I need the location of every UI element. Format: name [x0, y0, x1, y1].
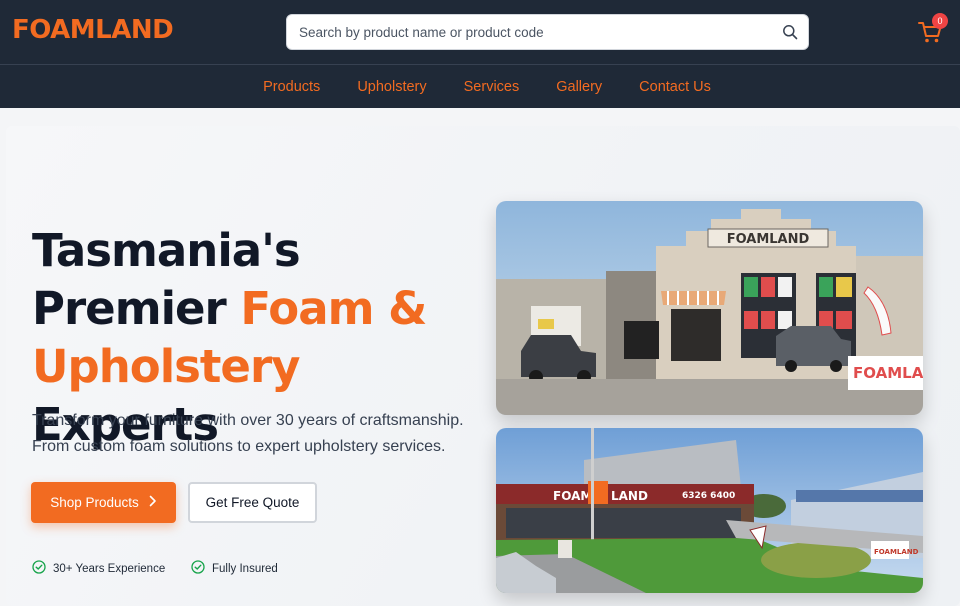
store-2-sign-left: FOAM: [553, 489, 592, 503]
store-2-flag-text: FOAMLAND: [874, 548, 919, 556]
nav-gallery[interactable]: Gallery: [556, 79, 602, 95]
check-circle-icon: [191, 560, 205, 577]
headline-accent-foam: Foam &: [240, 282, 427, 335]
headline-line-2: Premier: [32, 282, 241, 335]
headline-line-1: Tasmania's: [32, 224, 301, 277]
store-sign-text: FOAMLAND: [727, 232, 810, 247]
nav-contact-us[interactable]: Contact Us: [639, 79, 711, 95]
search-icon[interactable]: [772, 24, 808, 40]
nav-products[interactable]: Products: [263, 79, 320, 95]
feature-experience: 30+ Years Experience: [32, 560, 165, 577]
feature-insured-label: Fully Insured: [212, 562, 278, 575]
subtext-line-1: Transform your furniture with over 30 ye…: [32, 412, 464, 429]
feature-experience-label: 30+ Years Experience: [53, 562, 166, 575]
shop-products-label: Shop Products: [50, 495, 139, 510]
store-photo-2: FOAM LAND 6326 6400 FOAMLAND: [496, 428, 923, 593]
hero-subtext: Transform your furniture with over 30 ye…: [32, 408, 482, 460]
headline-accent-upholstery: Upholstery: [32, 340, 300, 393]
feature-insured: Fully Insured: [191, 560, 278, 577]
check-circle-icon: [32, 560, 46, 577]
store-banner-text: FOAMLA: [853, 364, 923, 382]
cart-count-badge: 0: [932, 13, 948, 29]
chevron-right-icon: [149, 495, 157, 510]
search-bar: [286, 14, 809, 50]
shop-products-button[interactable]: Shop Products: [31, 482, 176, 523]
nav-services[interactable]: Services: [464, 79, 520, 95]
store-2-sign-right: LAND: [611, 489, 648, 503]
store-photo-1: FOAMLAND FOAMLA: [496, 201, 923, 415]
search-input[interactable]: [287, 15, 772, 49]
subtext-line-2: From custom foam solutions to expert uph…: [32, 438, 446, 455]
store-2-phone: 6326 6400: [682, 491, 735, 501]
foamland-logo[interactable]: FOAMLAND: [12, 15, 174, 45]
main-navigation: Products Upholstery Services Gallery Con…: [0, 64, 960, 108]
nav-upholstery[interactable]: Upholstery: [357, 79, 426, 95]
site-header: FOAMLAND 0: [0, 0, 960, 64]
get-free-quote-button[interactable]: Get Free Quote: [188, 482, 317, 523]
